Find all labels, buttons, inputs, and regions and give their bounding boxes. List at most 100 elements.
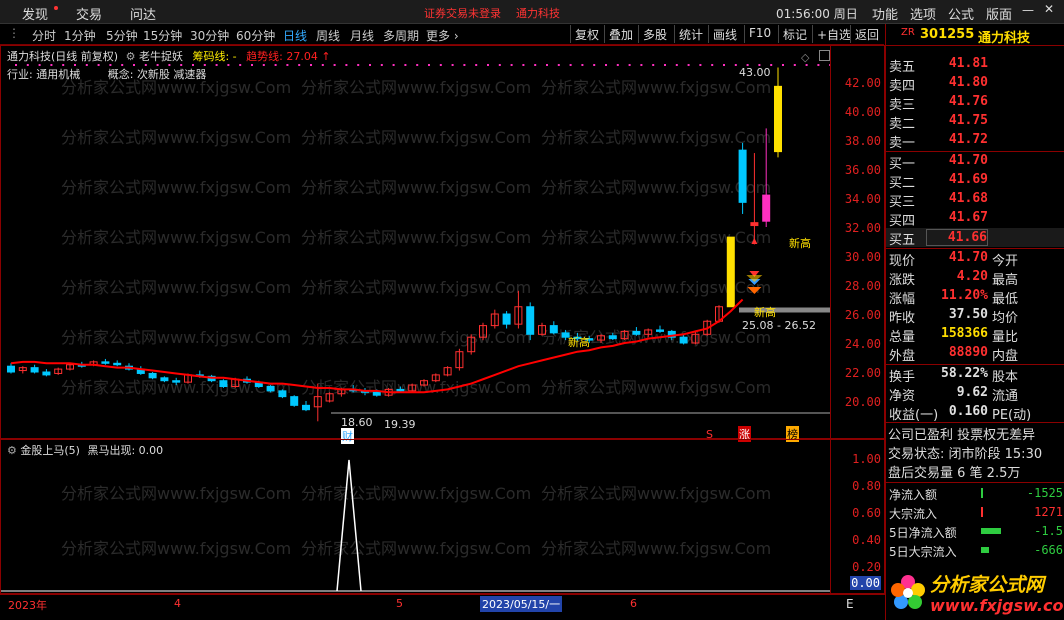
top-dot-marker [687,64,690,66]
statistics-button[interactable]: 统计 [674,25,707,43]
top-dot-marker [699,64,702,66]
menu-function[interactable]: 功能 [872,4,898,23]
time-label: 4 [174,597,181,610]
candlestick-chart[interactable] [1,46,831,438]
mark-button[interactable]: 标记 [778,25,811,43]
f10-button[interactable]: F10 [744,25,775,43]
flow-bar [981,488,983,498]
ask-row[interactable]: 卖四 41.80 [886,74,1064,94]
sub-chart-panel[interactable]: 分析家公式网www.fxjgsw.Com 分析家公式网www.fxjgsw.Co… [0,439,885,594]
top-dot-marker [215,64,218,66]
flow-bar [981,528,1001,534]
flow-row: 5日净流入额 -1.5 [889,524,1063,540]
top-dot-marker [593,64,596,66]
menu-formula[interactable]: 公式 [948,4,974,23]
menu-options[interactable]: 选项 [910,4,936,23]
flow-row: 大宗流入 1271 [889,505,1063,521]
candle-body [774,85,782,153]
bid-row[interactable]: 买二 41.69 [886,171,1064,191]
flow-bar [981,507,983,517]
price-tick: 22.00 [844,366,881,380]
ask-row[interactable]: 卖三 41.76 [886,93,1064,113]
login-notice[interactable]: 证券交易未登录 [424,5,501,21]
add-watchlist-button[interactable]: +自选 [812,25,855,43]
candle-body [302,404,310,411]
stat-row: 收益(一) 0.160 PE(动) [889,404,1032,423]
sub-axis: 1.00 0.80 0.60 0.40 0.20 0.00 [830,440,885,593]
top-dot-marker [192,64,194,66]
top-dot-marker [392,64,395,66]
ask-row[interactable]: 卖一 41.72 [886,131,1064,151]
period-tab-monthly[interactable]: 月线 [350,27,374,44]
period-tab-1min[interactable]: 1分钟 [64,27,96,44]
stock-name-header: 通力科技 [516,7,560,20]
zr-badge: ZR [901,27,915,38]
candle-body [750,222,759,227]
top-dot-marker [605,64,607,66]
period-tab-more[interactable]: 更多 › [426,27,459,44]
period-tab-60min[interactable]: 60分钟 [236,27,275,44]
top-dot-marker [557,64,560,66]
menu-wenda[interactable]: 问达 [130,4,156,23]
ask-row[interactable]: 卖五 41.81 [886,55,1064,75]
top-dot-marker [734,64,737,66]
close-icon[interactable]: ✕ [1044,2,1054,16]
signal-chart[interactable] [1,440,831,593]
period-tab-daily[interactable]: 日线 [283,27,307,44]
bid-row[interactable]: 买四 41.67 [886,209,1064,229]
price-tick: 26.00 [844,308,881,322]
toolbar-grip-icon[interactable]: ⋮ [8,26,20,40]
top-dot-marker [522,64,525,66]
cursor-date-label: 2023/05/15/一 [480,596,563,612]
top-dot-marker [62,64,65,66]
sub-tick: 0.40 [852,533,881,547]
bid-row[interactable]: 买一 41.70 [886,152,1064,172]
overlay-button[interactable]: 叠加 [604,25,637,43]
top-menu-bar: 发现 交易 问达 证券交易未登录 通力科技 01:56:00 周日 功能 选项 … [0,0,1064,24]
bid-row[interactable]: 买五 41.66 [886,228,1064,248]
back-button[interactable]: 返回 [850,25,883,43]
stat-row: 现价 41.70 今开 [889,250,1019,269]
top-dot-marker [546,64,548,66]
top-dot-marker [369,64,371,66]
axis-end-cap: E [846,597,854,611]
period-toolbar: ⋮ 分时 1分钟 5分钟 15分钟 30分钟 60分钟 日线 周线 月线 多周期… [0,24,884,45]
new-high-label: 新高 [789,237,811,250]
draw-line-button[interactable]: 画线 [708,25,741,43]
top-dot-marker [180,64,183,66]
ask-row[interactable]: 卖二 41.75 [886,112,1064,132]
top-dot-marker [416,64,419,66]
minimize-icon[interactable]: — [1022,3,1034,17]
price-tick: 38.00 [844,134,881,148]
menu-discover[interactable]: 发现 [22,4,48,23]
adjust-button[interactable]: 复权 [570,25,603,43]
top-dot-marker [50,64,53,66]
top-dot-marker [203,64,206,66]
bid-row[interactable]: 买三 41.68 [886,190,1064,210]
period-tab-5min[interactable]: 5分钟 [106,27,138,44]
sub-tick: 0.60 [852,506,881,520]
quote-panel: ZR 301255 通力科技 卖五 41.81 卖四 41.80 卖三 41.76 卖… [885,24,1064,620]
multi-stock-button[interactable]: 多股 [638,25,671,43]
top-dot-marker [251,64,253,66]
top-dot-marker [628,64,631,66]
time-axis[interactable]: 2023年 4 5 2023/05/15/一 6 E [0,594,885,620]
stat-row: 涨幅 11.20% 最低 [889,288,1019,307]
signal-arrow [747,287,762,294]
period-tab-weekly[interactable]: 周线 [316,27,340,44]
price-tick: 40.00 [844,105,881,119]
menu-layout[interactable]: 版面 [986,4,1012,23]
period-tab-30min[interactable]: 30分钟 [190,27,229,44]
period-tab-multi[interactable]: 多周期 [383,27,419,44]
menu-trade[interactable]: 交易 [76,4,102,23]
candle-body [172,380,181,383]
period-tab-15min[interactable]: 15分钟 [143,27,182,44]
stat-row: 总量 158366 量比 [889,326,1019,345]
period-tab-intraday[interactable]: 分时 [32,27,56,44]
divider [886,482,1064,483]
stat-row: 昨收 37.50 均价 [889,307,1019,326]
main-chart-panel[interactable]: 分析家公式网www.fxjgsw.Com 分析家公式网www.fxjgsw.Co… [0,45,885,444]
top-dot-marker [333,64,336,66]
candle-body [632,330,641,335]
new-high-label: 新高 [568,336,590,349]
